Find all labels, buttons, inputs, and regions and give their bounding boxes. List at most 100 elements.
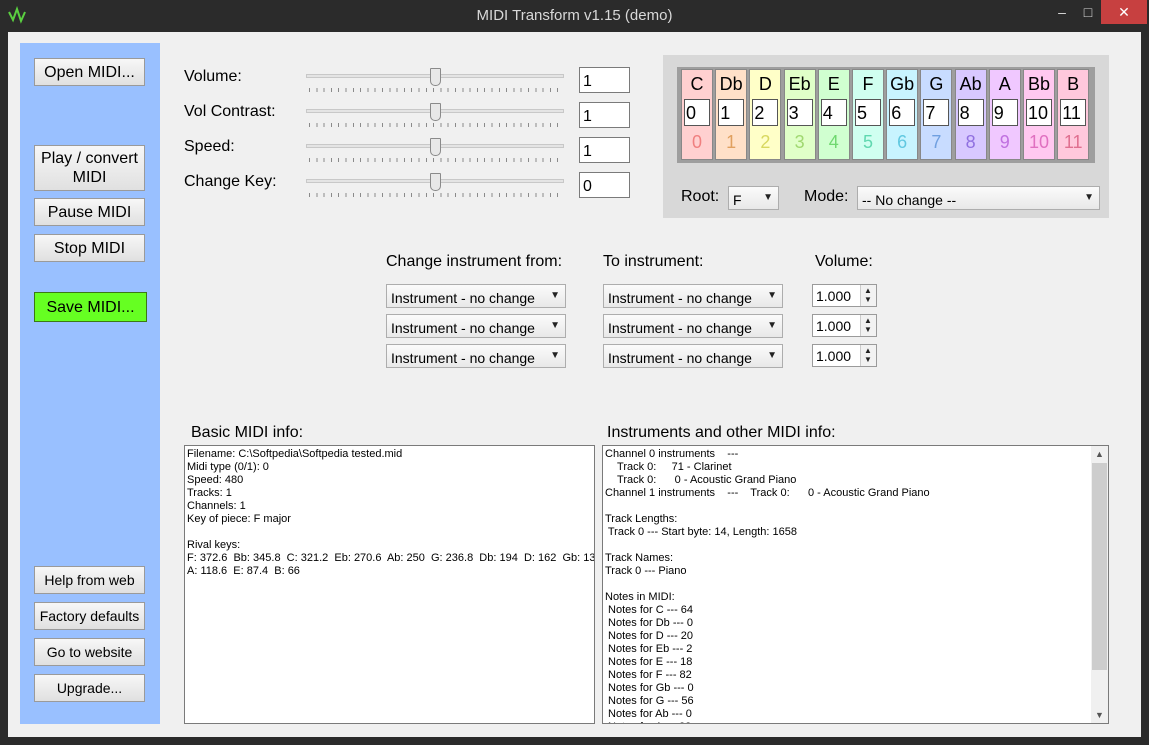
key-column-Eb: Eb 3 3 [783, 69, 816, 160]
volume-input[interactable]: 1 [579, 67, 630, 93]
key-name: C [690, 74, 704, 94]
key-map-input[interactable]: 10 [1026, 99, 1052, 126]
help-from-web-button[interactable]: Help from web [34, 566, 145, 594]
factory-defaults-button[interactable]: Factory defaults [34, 602, 145, 630]
pause-midi-button[interactable]: Pause MIDI [34, 198, 145, 226]
play-convert-button[interactable]: Play / convert MIDI [34, 145, 145, 191]
change-key-label: Change Key: [184, 173, 277, 190]
chevron-down-icon: ▼ [550, 350, 560, 361]
key-index: 4 [828, 132, 839, 152]
client-area: Open MIDI... Play / convert MIDI Pause M… [8, 32, 1141, 737]
key-index: 9 [999, 132, 1010, 152]
key-name: Bb [1027, 74, 1051, 94]
instrument-volume-spinner-2[interactable]: 1.000 ▲ ▼ [812, 314, 877, 337]
instrument-to-value-2: Instrument - no change [608, 320, 752, 336]
speed-input[interactable]: 1 [579, 137, 630, 163]
chevron-down-icon: ▼ [767, 350, 777, 361]
volume-slider-thumb[interactable] [430, 68, 441, 86]
instrument-to-select-3[interactable]: Instrument - no change ▼ [603, 344, 783, 368]
upgrade-button[interactable]: Upgrade... [34, 674, 145, 702]
instrument-volume-value-2: 1.000 [816, 318, 852, 334]
vol-contrast-label: Vol Contrast: [184, 103, 276, 120]
key-index: 3 [794, 132, 805, 152]
root-label: Root: [681, 188, 720, 205]
mode-select[interactable]: -- No change -- ▼ [857, 186, 1100, 210]
key-map-input[interactable]: 1 [718, 99, 745, 126]
change-key-slider-ticks [309, 193, 563, 197]
volume-label: Volume: [184, 68, 242, 85]
open-midi-button[interactable]: Open MIDI... [34, 58, 145, 86]
key-map-input[interactable]: 4 [820, 99, 847, 126]
key-map-input[interactable]: 8 [957, 99, 984, 126]
key-index: 1 [726, 132, 737, 152]
scroll-down-icon[interactable]: ▼ [1091, 710, 1108, 720]
key-column-Gb: Gb 6 6 [886, 69, 919, 160]
minimize-button[interactable]: – [1048, 0, 1076, 24]
close-button[interactable]: ✕ [1101, 0, 1147, 24]
instruments-info-text: Channel 0 instruments --- Track 0: 71 - … [603, 446, 1091, 723]
key-map-input[interactable]: 0 [684, 99, 710, 126]
scroll-up-icon[interactable]: ▲ [1091, 449, 1108, 459]
app-window: MIDI Transform v1.15 (demo) – □ ✕ Open M… [0, 0, 1149, 745]
key-map-input[interactable]: 11 [1060, 99, 1087, 126]
instrument-from-select-3[interactable]: Instrument - no change ▼ [386, 344, 566, 368]
instrument-to-select-2[interactable]: Instrument - no change ▼ [603, 314, 783, 338]
save-midi-button[interactable]: Save MIDI... [34, 292, 147, 322]
change-key-input[interactable]: 0 [579, 172, 630, 198]
key-index: 0 [691, 132, 702, 152]
spinner-arrows-icon[interactable]: ▲ ▼ [860, 285, 876, 306]
key-column-Ab: Ab 8 8 [954, 69, 987, 160]
window-title: MIDI Transform v1.15 (demo) [476, 7, 673, 24]
instruments-info-box[interactable]: Channel 0 instruments --- Track 0: 71 - … [602, 445, 1109, 724]
key-name: B [1067, 74, 1080, 94]
change-key-slider-thumb[interactable] [430, 173, 441, 191]
key-map-input[interactable]: 5 [855, 99, 881, 126]
key-mapping-grid: C 0 0 Db 1 1 D 2 2 Eb 3 3 E 4 4 F 5 5 Gb 6 6 G 7 7 Ab 8 8 A 9 9 Bb 10 10… [677, 67, 1095, 163]
instrument-volume-spinner-3[interactable]: 1.000 ▲ ▼ [812, 344, 877, 367]
speed-slider-thumb[interactable] [430, 138, 441, 156]
instrument-from-select-2[interactable]: Instrument - no change ▼ [386, 314, 566, 338]
key-map-input[interactable]: 2 [752, 99, 779, 126]
mode-label: Mode: [804, 188, 849, 205]
maximize-button[interactable]: □ [1074, 0, 1102, 24]
key-map-input[interactable]: 9 [991, 99, 1018, 126]
key-column-B: B 11 11 [1057, 69, 1090, 160]
key-index: 7 [931, 132, 942, 152]
instrument-from-value-1: Instrument - no change [391, 290, 535, 306]
root-select-value: F [733, 192, 742, 208]
key-column-Bb: Bb 10 10 [1023, 69, 1055, 160]
basic-midi-info-title: Basic MIDI info: [191, 424, 304, 441]
key-map-input[interactable]: 3 [786, 99, 813, 126]
root-select[interactable]: F ▼ [728, 186, 779, 210]
scrollbar[interactable]: ▲ ▼ [1091, 446, 1108, 723]
vol-contrast-slider-ticks [309, 123, 563, 127]
key-column-E: E 4 4 [817, 69, 850, 160]
key-map-input[interactable]: 6 [889, 99, 916, 126]
instrument-to-value-3: Instrument - no change [608, 350, 752, 366]
key-name: E [827, 74, 840, 94]
key-map-input[interactable]: 7 [923, 99, 950, 126]
instrument-from-select-1[interactable]: Instrument - no change ▼ [386, 284, 566, 308]
vol-contrast-slider-thumb[interactable] [430, 103, 441, 121]
key-column-A: A 9 9 [988, 69, 1021, 160]
key-name: G [929, 74, 944, 94]
change-instrument-from-header: Change instrument from: [386, 253, 563, 270]
key-name: Db [719, 74, 743, 94]
key-column-G: G 7 7 [920, 69, 953, 160]
stop-midi-button[interactable]: Stop MIDI [34, 234, 145, 262]
title-bar: MIDI Transform v1.15 (demo) – □ ✕ [0, 0, 1149, 32]
instrument-to-select-1[interactable]: Instrument - no change ▼ [603, 284, 783, 308]
spinner-arrows-icon[interactable]: ▲ ▼ [860, 315, 876, 336]
key-index: 5 [862, 132, 873, 152]
basic-midi-info-text[interactable]: Filename: C:\Softpedia\Softpedia tested.… [184, 445, 595, 724]
key-column-F: F 5 5 [852, 69, 884, 160]
spinner-arrows-icon[interactable]: ▲ ▼ [860, 345, 876, 366]
instrument-volume-spinner-1[interactable]: 1.000 ▲ ▼ [812, 284, 877, 307]
scrollbar-thumb[interactable] [1092, 463, 1107, 670]
key-name: Gb [890, 74, 915, 94]
chevron-down-icon: ▼ [550, 320, 560, 331]
mode-select-value: -- No change -- [862, 192, 957, 208]
go-to-website-button[interactable]: Go to website [34, 638, 145, 666]
key-name: D [758, 74, 772, 94]
vol-contrast-input[interactable]: 1 [579, 102, 630, 128]
